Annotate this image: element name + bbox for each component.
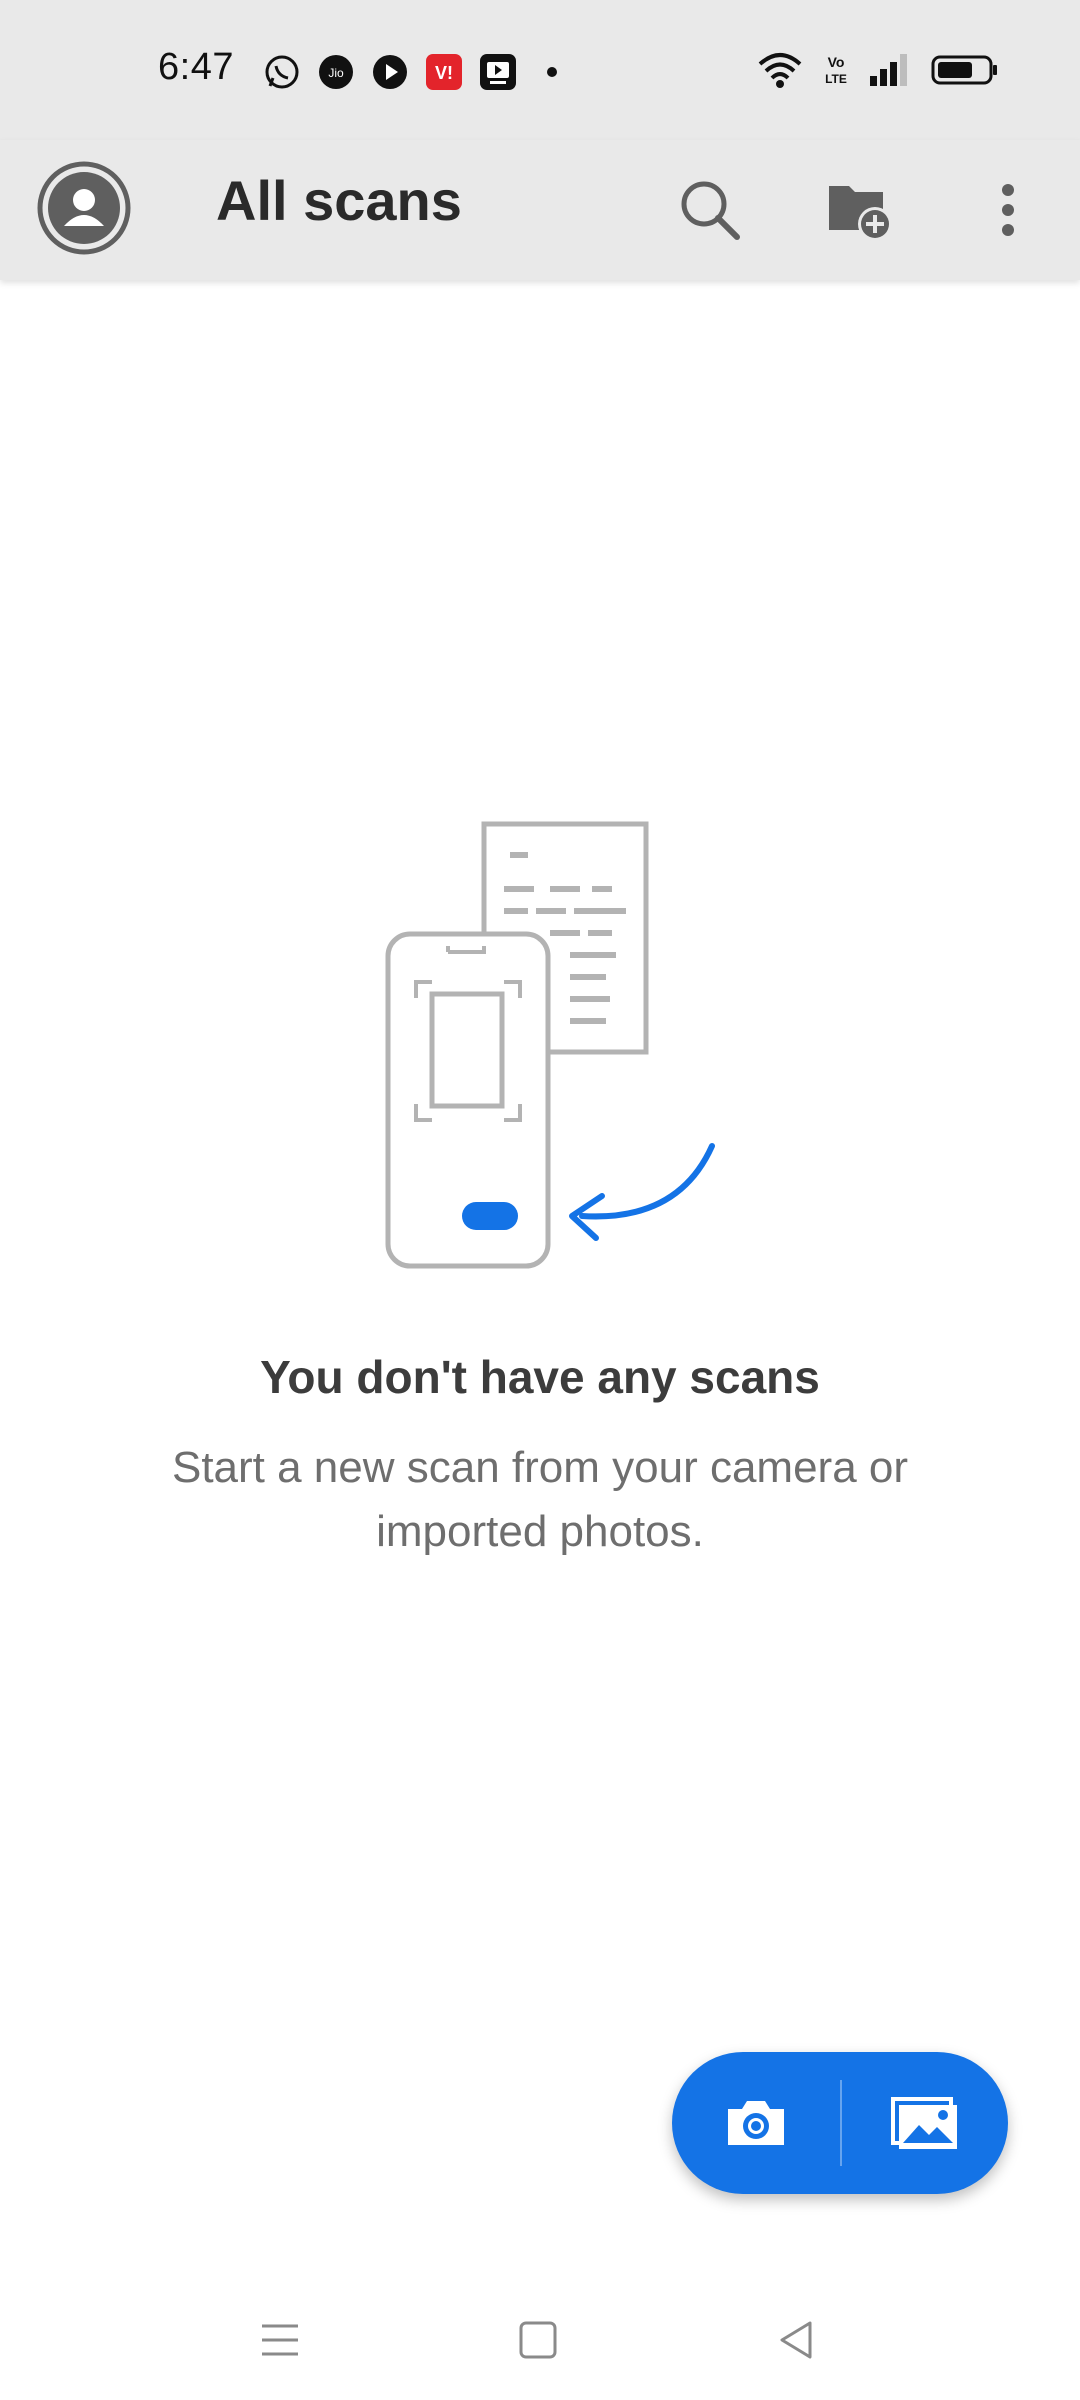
more-vert-icon [1002,184,1014,236]
dot-icon [547,67,557,77]
back-button[interactable] [756,2300,836,2380]
new-folder-icon [829,186,892,241]
svg-text:LTE: LTE [825,72,847,86]
svg-text:Vo: Vo [828,54,845,70]
app-bar: All scans [0,140,1080,280]
system-status-icons: Vo LTE [756,50,1000,90]
fab-divider [840,2080,842,2166]
avatar-icon [37,161,131,255]
status-time: 6:47 [158,46,234,88]
import-photos-button[interactable] [840,2052,1008,2194]
jio-icon: Jio [319,55,353,89]
vi-icon: V! [426,54,462,90]
menu-icon [262,2324,298,2356]
more-options-button[interactable] [964,166,1052,254]
system-nav-bar [0,2270,1080,2400]
profile-avatar-button[interactable] [36,160,132,256]
svg-text:V!: V! [435,63,453,83]
camera-icon [728,2101,784,2145]
search-button[interactable] [666,166,754,254]
battery-icon [931,55,997,85]
whatsapp-icon [265,55,299,89]
home-square-icon [519,2321,557,2359]
scan-fab [672,2052,1008,2194]
page-title: All scans [216,169,462,232]
new-folder-button[interactable] [816,166,904,254]
youtube-icon [480,54,516,90]
signal-icon [870,54,907,86]
play-icon [373,55,407,89]
search-icon [681,181,740,240]
empty-state-title: You don't have any scans [260,1351,820,1403]
empty-scans-illustration [385,821,715,1269]
recent-apps-button[interactable] [240,2300,320,2380]
camera-scan-button[interactable] [672,2052,840,2194]
notification-icons: Jio V! [262,52,572,92]
svg-text:Jio: Jio [328,66,344,80]
wifi-icon [758,53,802,88]
image-gallery-icon [891,2097,957,2149]
back-triangle-icon [780,2321,812,2359]
home-button[interactable] [498,2300,578,2380]
empty-state-description: Start a new scan from your camera or imp… [171,1443,909,1556]
volte-icon: Vo LTE [825,54,847,86]
status-bar: 6:47 Jio V! Vo LTE [0,0,1080,140]
